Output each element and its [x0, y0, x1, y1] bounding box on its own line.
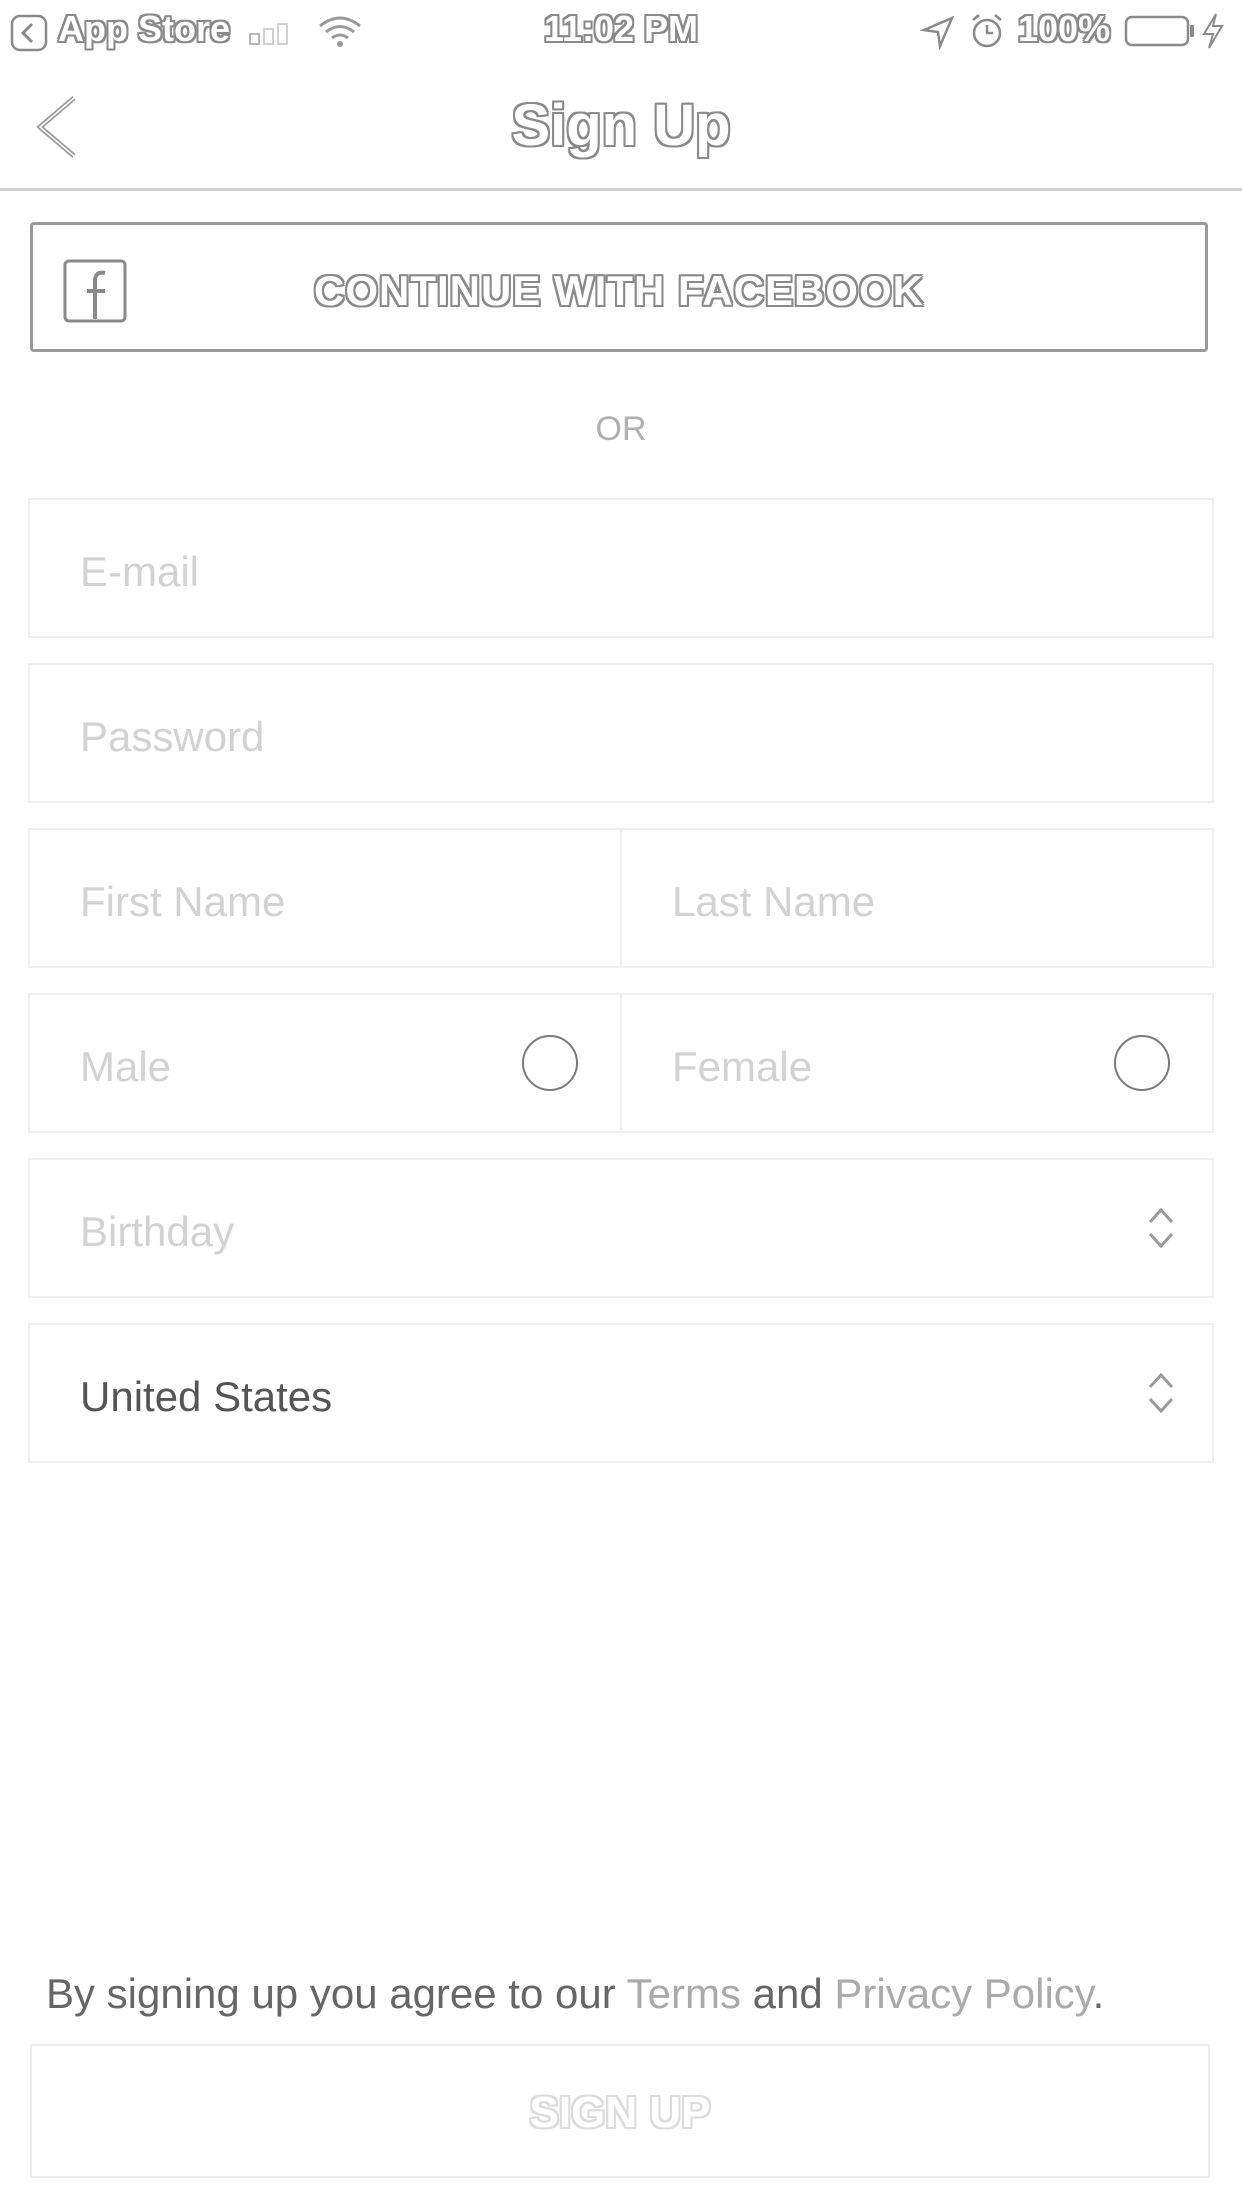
sign-up-button[interactable]: SIGN UP [30, 2044, 1210, 2178]
first-name-placeholder: First Name [80, 878, 286, 925]
sign-up-label: SIGN UP [529, 2088, 711, 2137]
country-picker[interactable]: United States [28, 1323, 1214, 1463]
battery-percent: 100% [1018, 8, 1111, 49]
continue-with-facebook-button[interactable]: CONTINUE WITH FACEBOOK [30, 222, 1208, 352]
navigation-bar: Sign Up [0, 62, 1242, 191]
country-value: United States [80, 1373, 333, 1420]
legal-middle: and [740, 1970, 835, 2017]
terms-link[interactable]: Terms [627, 1970, 741, 2017]
male-radio-button[interactable] [522, 1035, 578, 1091]
privacy-policy-link[interactable]: Privacy Policy [834, 1970, 1092, 2017]
last-name-placeholder: Last Name [672, 878, 876, 925]
battery-icon [1124, 15, 1194, 47]
up-down-chevron-icon [1148, 1207, 1174, 1249]
password-field[interactable]: Password [28, 663, 1214, 803]
gender-male-option[interactable]: Male [28, 993, 622, 1133]
alarm-icon [972, 14, 1002, 48]
female-label: Female [672, 1043, 813, 1090]
legal-suffix: . [1092, 1970, 1105, 2017]
birthday-placeholder: Birthday [80, 1208, 235, 1255]
female-radio-button[interactable] [1114, 1035, 1170, 1091]
male-label: Male [80, 1043, 172, 1090]
email-field[interactable]: E-mail [28, 498, 1214, 638]
location-icon [920, 15, 955, 50]
gender-female-option[interactable]: Female [620, 993, 1214, 1133]
legal-notice: By signing up you agree to our Terms and… [46, 1970, 1104, 2018]
page-title: Sign Up [511, 93, 731, 158]
charging-bolt-icon [1202, 13, 1224, 49]
birthday-picker[interactable]: Birthday [28, 1158, 1214, 1298]
facebook-button-label: CONTINUE WITH FACEBOOK [314, 267, 924, 314]
first-name-field[interactable]: First Name [28, 828, 622, 968]
status-bar: App Store 11:02 PM 100% [0, 0, 1242, 62]
last-name-field[interactable]: Last Name [620, 828, 1214, 968]
or-divider: OR [595, 410, 647, 448]
legal-prefix: By signing up you agree to our [46, 1970, 627, 2017]
password-placeholder: Password [80, 713, 265, 760]
email-placeholder: E-mail [80, 548, 200, 595]
up-down-chevron-icon [1148, 1372, 1174, 1414]
